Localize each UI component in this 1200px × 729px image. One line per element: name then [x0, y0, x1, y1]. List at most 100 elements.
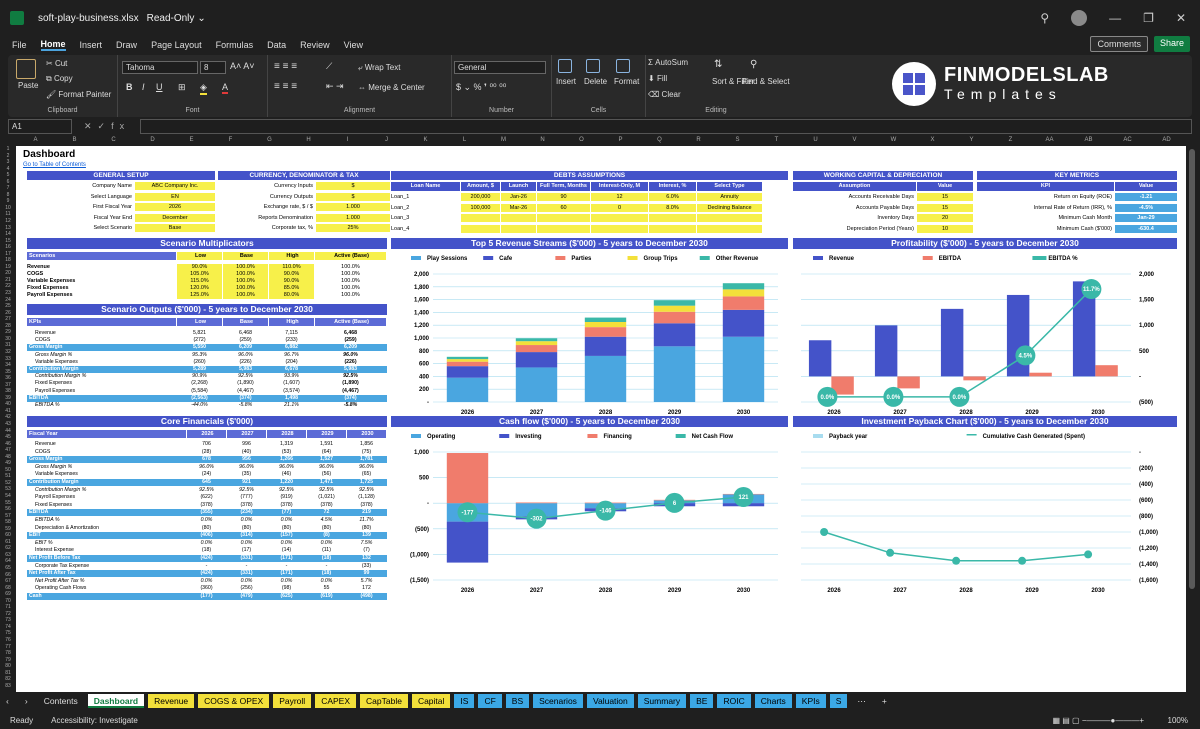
debts-cell[interactable] [649, 224, 696, 233]
fill-button[interactable]: ⬇ Fill [648, 74, 667, 83]
column-header[interactable]: Z [991, 137, 1030, 146]
general_setup-value[interactable]: 2026 [135, 203, 215, 211]
column-header[interactable]: J [367, 137, 406, 146]
debts-cell[interactable] [501, 224, 536, 233]
debts-cell[interactable] [591, 224, 648, 233]
tab-cf[interactable]: CF [478, 694, 502, 708]
column-header[interactable]: R [679, 137, 718, 146]
close-icon[interactable]: ✕ [1176, 11, 1186, 25]
tab-nav-next-icon[interactable]: › [19, 694, 34, 708]
copy-button[interactable]: ⧉ Copy [46, 74, 73, 84]
borders-icon[interactable]: ⊞ [178, 82, 186, 93]
formula-input[interactable] [140, 119, 1192, 134]
working_capital-value[interactable]: 10 [917, 224, 973, 233]
debts-cell[interactable]: 0 [591, 203, 648, 212]
clear-button[interactable]: ⌫ Clear [648, 90, 681, 99]
view-icons[interactable]: ▦ ▤ ▢ −———●———+ [1052, 716, 1144, 725]
menu-item-data[interactable]: Data [267, 40, 286, 50]
share-button[interactable]: Share [1153, 36, 1190, 52]
sort-icon[interactable]: ⇅ [714, 59, 722, 70]
indent-icon[interactable]: ⇤ ⇥ [326, 81, 344, 92]
currency-icon[interactable]: $ ⌄ % ❜ ⁰⁰ ⁰⁰ [456, 82, 506, 93]
column-header[interactable]: W [874, 137, 913, 146]
debts-cell[interactable] [591, 214, 648, 222]
menu-item-view[interactable]: View [344, 40, 363, 50]
scenario-mult-cell[interactable]: 115.0% [177, 278, 222, 285]
working_capital-value[interactable]: 20 [917, 214, 973, 222]
dashboard-sheet[interactable]: Dashboard Go to Table of Contents GENERA… [16, 146, 1186, 692]
paste-button[interactable]: Paste [18, 81, 38, 90]
row-header[interactable]: 83 [0, 683, 16, 690]
currency-value[interactable]: 1.000 [316, 203, 390, 211]
tab-valuation[interactable]: Valuation [586, 694, 634, 708]
column-header[interactable]: Y [952, 137, 991, 146]
column-header[interactable]: C [94, 137, 133, 146]
add-sheet-icon[interactable]: + [876, 694, 893, 708]
debts-cell[interactable] [501, 214, 536, 222]
working_capital-value[interactable]: 15 [917, 193, 973, 201]
debts-cell[interactable] [537, 224, 590, 233]
debts-cell[interactable] [649, 214, 696, 222]
minimize-icon[interactable]: — [1109, 11, 1121, 25]
menu-item-draw[interactable]: Draw [116, 40, 137, 50]
tab-capex[interactable]: CAPEX [315, 694, 357, 708]
scenario-mult-cell[interactable]: 120.0% [177, 285, 222, 292]
menu-item-file[interactable]: File [12, 40, 27, 50]
scenario-mult-cell[interactable]: 125.0% [177, 292, 222, 299]
vertical-scrollbar[interactable] [1186, 137, 1200, 692]
scenario-mult-cell[interactable]: 100.0% [223, 264, 268, 271]
cut-button[interactable]: ✂ Cut [46, 59, 67, 68]
scenario-mult-cell[interactable]: 90.0% [269, 278, 314, 285]
merge-center-button[interactable]: ⇔ Merge & Center [358, 83, 425, 92]
toc-link[interactable]: Go to Table of Contents [23, 162, 86, 168]
font-size-select[interactable]: 8 [200, 61, 226, 74]
general_setup-value[interactable]: EN [135, 192, 215, 201]
insert-icon[interactable] [558, 59, 572, 73]
scenario-mult-cell[interactable]: 100.0% [223, 285, 268, 292]
left-align-icon[interactable]: ≡ ≡ ≡ [274, 81, 297, 92]
fill-color-icon[interactable]: ◈ [200, 82, 207, 95]
top-align-icon[interactable]: ≡ ≡ ≡ [274, 61, 297, 72]
scenario-mult-cell[interactable]: 110.0% [269, 264, 314, 271]
tab-captable[interactable]: CapTable [360, 694, 408, 708]
debts-cell[interactable]: Jan-26 [501, 193, 536, 201]
tab-kpis[interactable]: KPIs [795, 694, 826, 708]
scenario-mult-cell[interactable]: 100.0% [223, 292, 268, 299]
menu-item-insert[interactable]: Insert [80, 40, 103, 50]
delete-button[interactable]: Delete [584, 77, 607, 86]
column-header[interactable]: E [172, 137, 211, 146]
bold-icon[interactable]: B [126, 82, 133, 92]
tab-nav-prev-icon[interactable]: ‹ [0, 694, 15, 708]
column-header[interactable]: D [133, 137, 172, 146]
scenario-mult-cell[interactable]: 100.0% [223, 271, 268, 278]
menu-item-review[interactable]: Review [300, 40, 330, 50]
paste-icon[interactable] [16, 59, 36, 79]
general_setup-value[interactable]: ABC Company Inc. [135, 182, 215, 190]
debts-cell[interactable]: 8.0% [649, 203, 696, 212]
column-header[interactable]: AC [1108, 137, 1147, 146]
currency-value[interactable]: 1.000 [316, 213, 390, 222]
insert-button[interactable]: Insert [556, 77, 576, 86]
column-header[interactable]: I [328, 137, 367, 146]
debts-cell[interactable]: 6.0% [649, 193, 696, 201]
scenario-mult-cell[interactable]: 105.0% [177, 271, 222, 278]
number-format-select[interactable]: General [454, 61, 546, 74]
column-header[interactable]: G [250, 137, 289, 146]
column-header[interactable]: U [796, 137, 835, 146]
tab-roic[interactable]: ROIC [717, 694, 751, 708]
underline-icon[interactable]: U [156, 82, 163, 92]
currency-value[interactable]: $ [316, 192, 390, 201]
delete-icon[interactable] [586, 59, 600, 73]
zoom-level[interactable]: 100% [1168, 716, 1188, 725]
search-icon[interactable]: ⚲ [1040, 11, 1049, 25]
column-header[interactable]: T [757, 137, 796, 146]
column-header[interactable]: L [445, 137, 484, 146]
debts-cell[interactable] [461, 224, 500, 233]
wrap-text-button[interactable]: ⤶ Wrap Text [358, 63, 400, 73]
column-header[interactable]: Q [640, 137, 679, 146]
orientation-icon[interactable]: ⟋ [326, 61, 332, 72]
find-select-button[interactable]: Find & Select [742, 77, 790, 86]
avatar[interactable] [1071, 10, 1088, 26]
column-header[interactable]: V [835, 137, 874, 146]
debts-cell[interactable]: Declining Balance [697, 203, 762, 212]
